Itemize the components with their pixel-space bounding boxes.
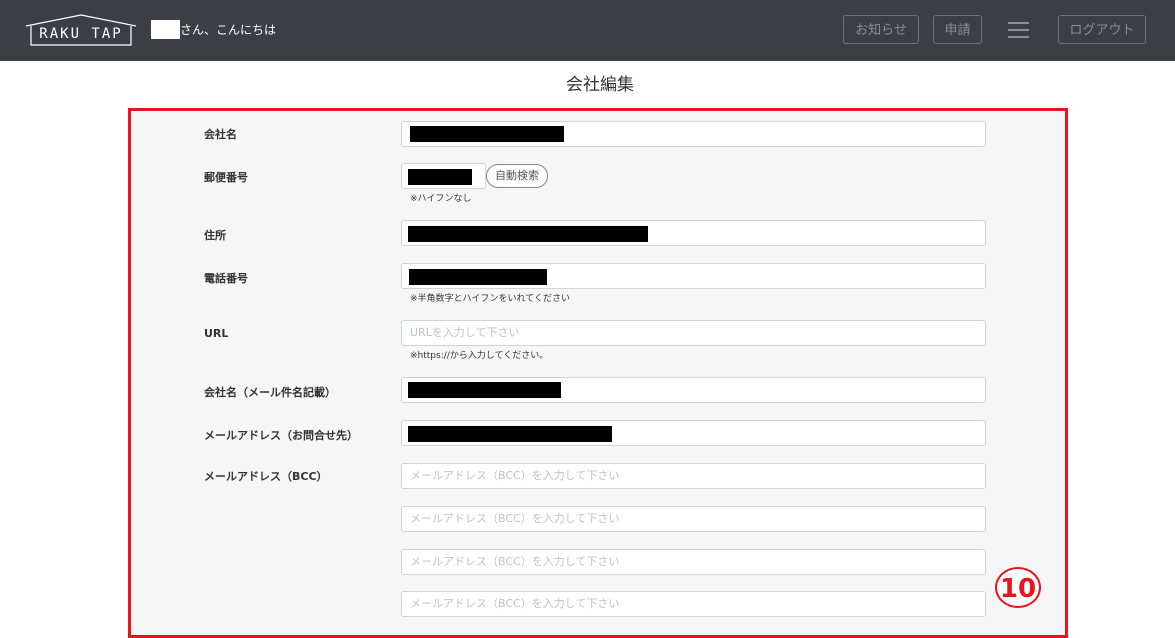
bcc-email-input-1[interactable]: メールアドレス（BCC）を入力して下さい — [401, 463, 986, 489]
contact-email-input[interactable] — [401, 420, 986, 446]
redacted-value — [408, 226, 648, 242]
top-header: RAKU TAP さん、こんにちは お知らせ 申請 ログアウト — [0, 0, 1175, 61]
user-name-redacted — [151, 20, 180, 39]
redacted-value — [410, 126, 564, 142]
bcc-email-input-3[interactable]: メールアドレス（BCC）を入力して下さい — [401, 549, 986, 575]
url-label: URL — [204, 327, 229, 340]
address-label: 住所 — [204, 229, 226, 242]
redacted-value — [409, 269, 547, 285]
bcc-email-input-2[interactable]: メールアドレス（BCC）を入力して下さい — [401, 506, 986, 532]
logout-button[interactable]: ログアウト — [1058, 15, 1146, 44]
zip-hint: ※ハイフンなし — [410, 194, 472, 204]
menu-hamburger-icon[interactable] — [1008, 21, 1030, 39]
raku-tap-logo[interactable]: RAKU TAP — [25, 14, 137, 46]
phone-label: 電話番号 — [204, 272, 248, 285]
apply-button[interactable]: 申請 — [933, 15, 982, 44]
phone-input[interactable] — [401, 263, 986, 289]
page-title: 会社編集 — [566, 75, 634, 95]
notice-button[interactable]: お知らせ — [843, 15, 919, 44]
bcc-email-label: メールアドレス（BCC） — [204, 470, 328, 483]
redacted-value — [408, 382, 561, 398]
zip-input[interactable] — [401, 163, 486, 189]
zip-auto-search-button[interactable]: 自動検索 — [486, 164, 548, 188]
contact-email-label: メールアドレス（お問合せ先） — [204, 429, 358, 442]
annotation-number-badge: 10 — [995, 567, 1041, 608]
mail-company-name-input[interactable] — [401, 377, 986, 403]
logo-text: RAKU TAP — [39, 26, 123, 42]
greeting-text: さん、こんにちは — [180, 23, 277, 37]
phone-hint: ※半角数字とハイフンをいれてください — [410, 294, 571, 304]
url-input[interactable]: URLを入力して下さい — [401, 320, 986, 346]
redacted-value — [408, 169, 472, 185]
mail-company-name-label: 会社名（メール件名記載） — [204, 386, 336, 399]
company-name-label: 会社名 — [204, 128, 237, 141]
company-name-input[interactable] — [401, 121, 986, 147]
zip-label: 郵便番号 — [204, 171, 248, 184]
url-hint: ※https://から入力してください。 — [410, 351, 549, 361]
bcc-email-input-4[interactable]: メールアドレス（BCC）を入力して下さい — [401, 591, 986, 617]
redacted-value — [408, 426, 612, 442]
address-input[interactable] — [401, 220, 986, 246]
